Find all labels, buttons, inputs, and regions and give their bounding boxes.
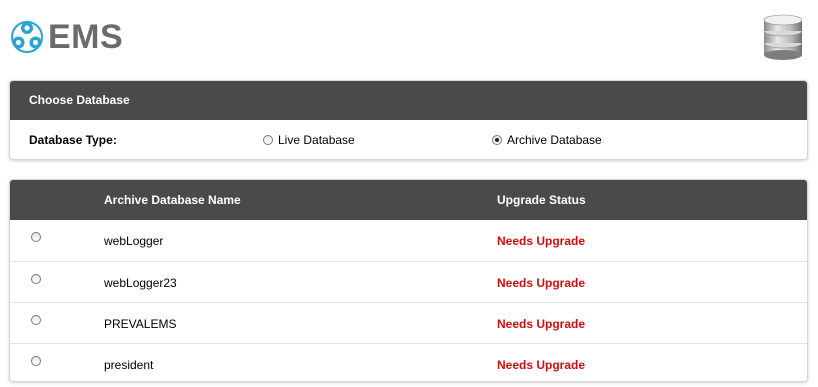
database-name: webLogger [104,234,164,248]
live-database-radio[interactable] [263,135,273,145]
archive-database-label: Archive Database [507,133,602,147]
archive-database-panel: Archive Database Name Upgrade Status web… [9,179,808,382]
upgrade-status: Needs Upgrade [497,234,586,248]
table-row[interactable]: webLogger Needs Upgrade [10,220,807,261]
table-row[interactable]: PREVALEMS Needs Upgrade [10,302,807,343]
database-type-row: Database Type: Live Database Archive Dat… [10,120,807,159]
choose-database-panel: Choose Database Database Type: Live Data… [9,80,808,160]
live-database-label: Live Database [278,133,355,147]
choose-database-title: Choose Database [10,81,807,120]
row-select-radio[interactable] [31,315,41,325]
archive-database-radio[interactable] [492,135,502,145]
table-row[interactable]: president Needs Upgrade [10,343,807,381]
database-type-label: Database Type: [29,133,117,147]
upgrade-status: Needs Upgrade [497,358,586,372]
app-header: EMS [0,0,818,75]
database-name: president [104,358,154,372]
upgrade-status: Needs Upgrade [497,276,586,290]
column-header-status: Upgrade Status [497,193,586,207]
ems-logo-icon [11,21,43,53]
archive-database-option[interactable]: Archive Database [492,133,602,147]
column-header-name: Archive Database Name [104,193,241,207]
database-icon[interactable] [761,13,805,61]
live-database-option[interactable]: Live Database [263,133,355,147]
upgrade-status: Needs Upgrade [497,317,586,331]
row-select-radio[interactable] [31,274,41,284]
row-select-radio[interactable] [31,356,41,366]
database-name: PREVALEMS [104,317,177,331]
app-name: EMS [48,18,124,56]
database-name: webLogger23 [104,276,177,290]
table-row[interactable]: webLogger23 Needs Upgrade [10,261,807,302]
archive-table-header: Archive Database Name Upgrade Status [10,180,807,220]
archive-table-body: webLogger Needs Upgrade webLogger23 Need… [10,220,807,381]
row-select-radio[interactable] [31,232,41,242]
